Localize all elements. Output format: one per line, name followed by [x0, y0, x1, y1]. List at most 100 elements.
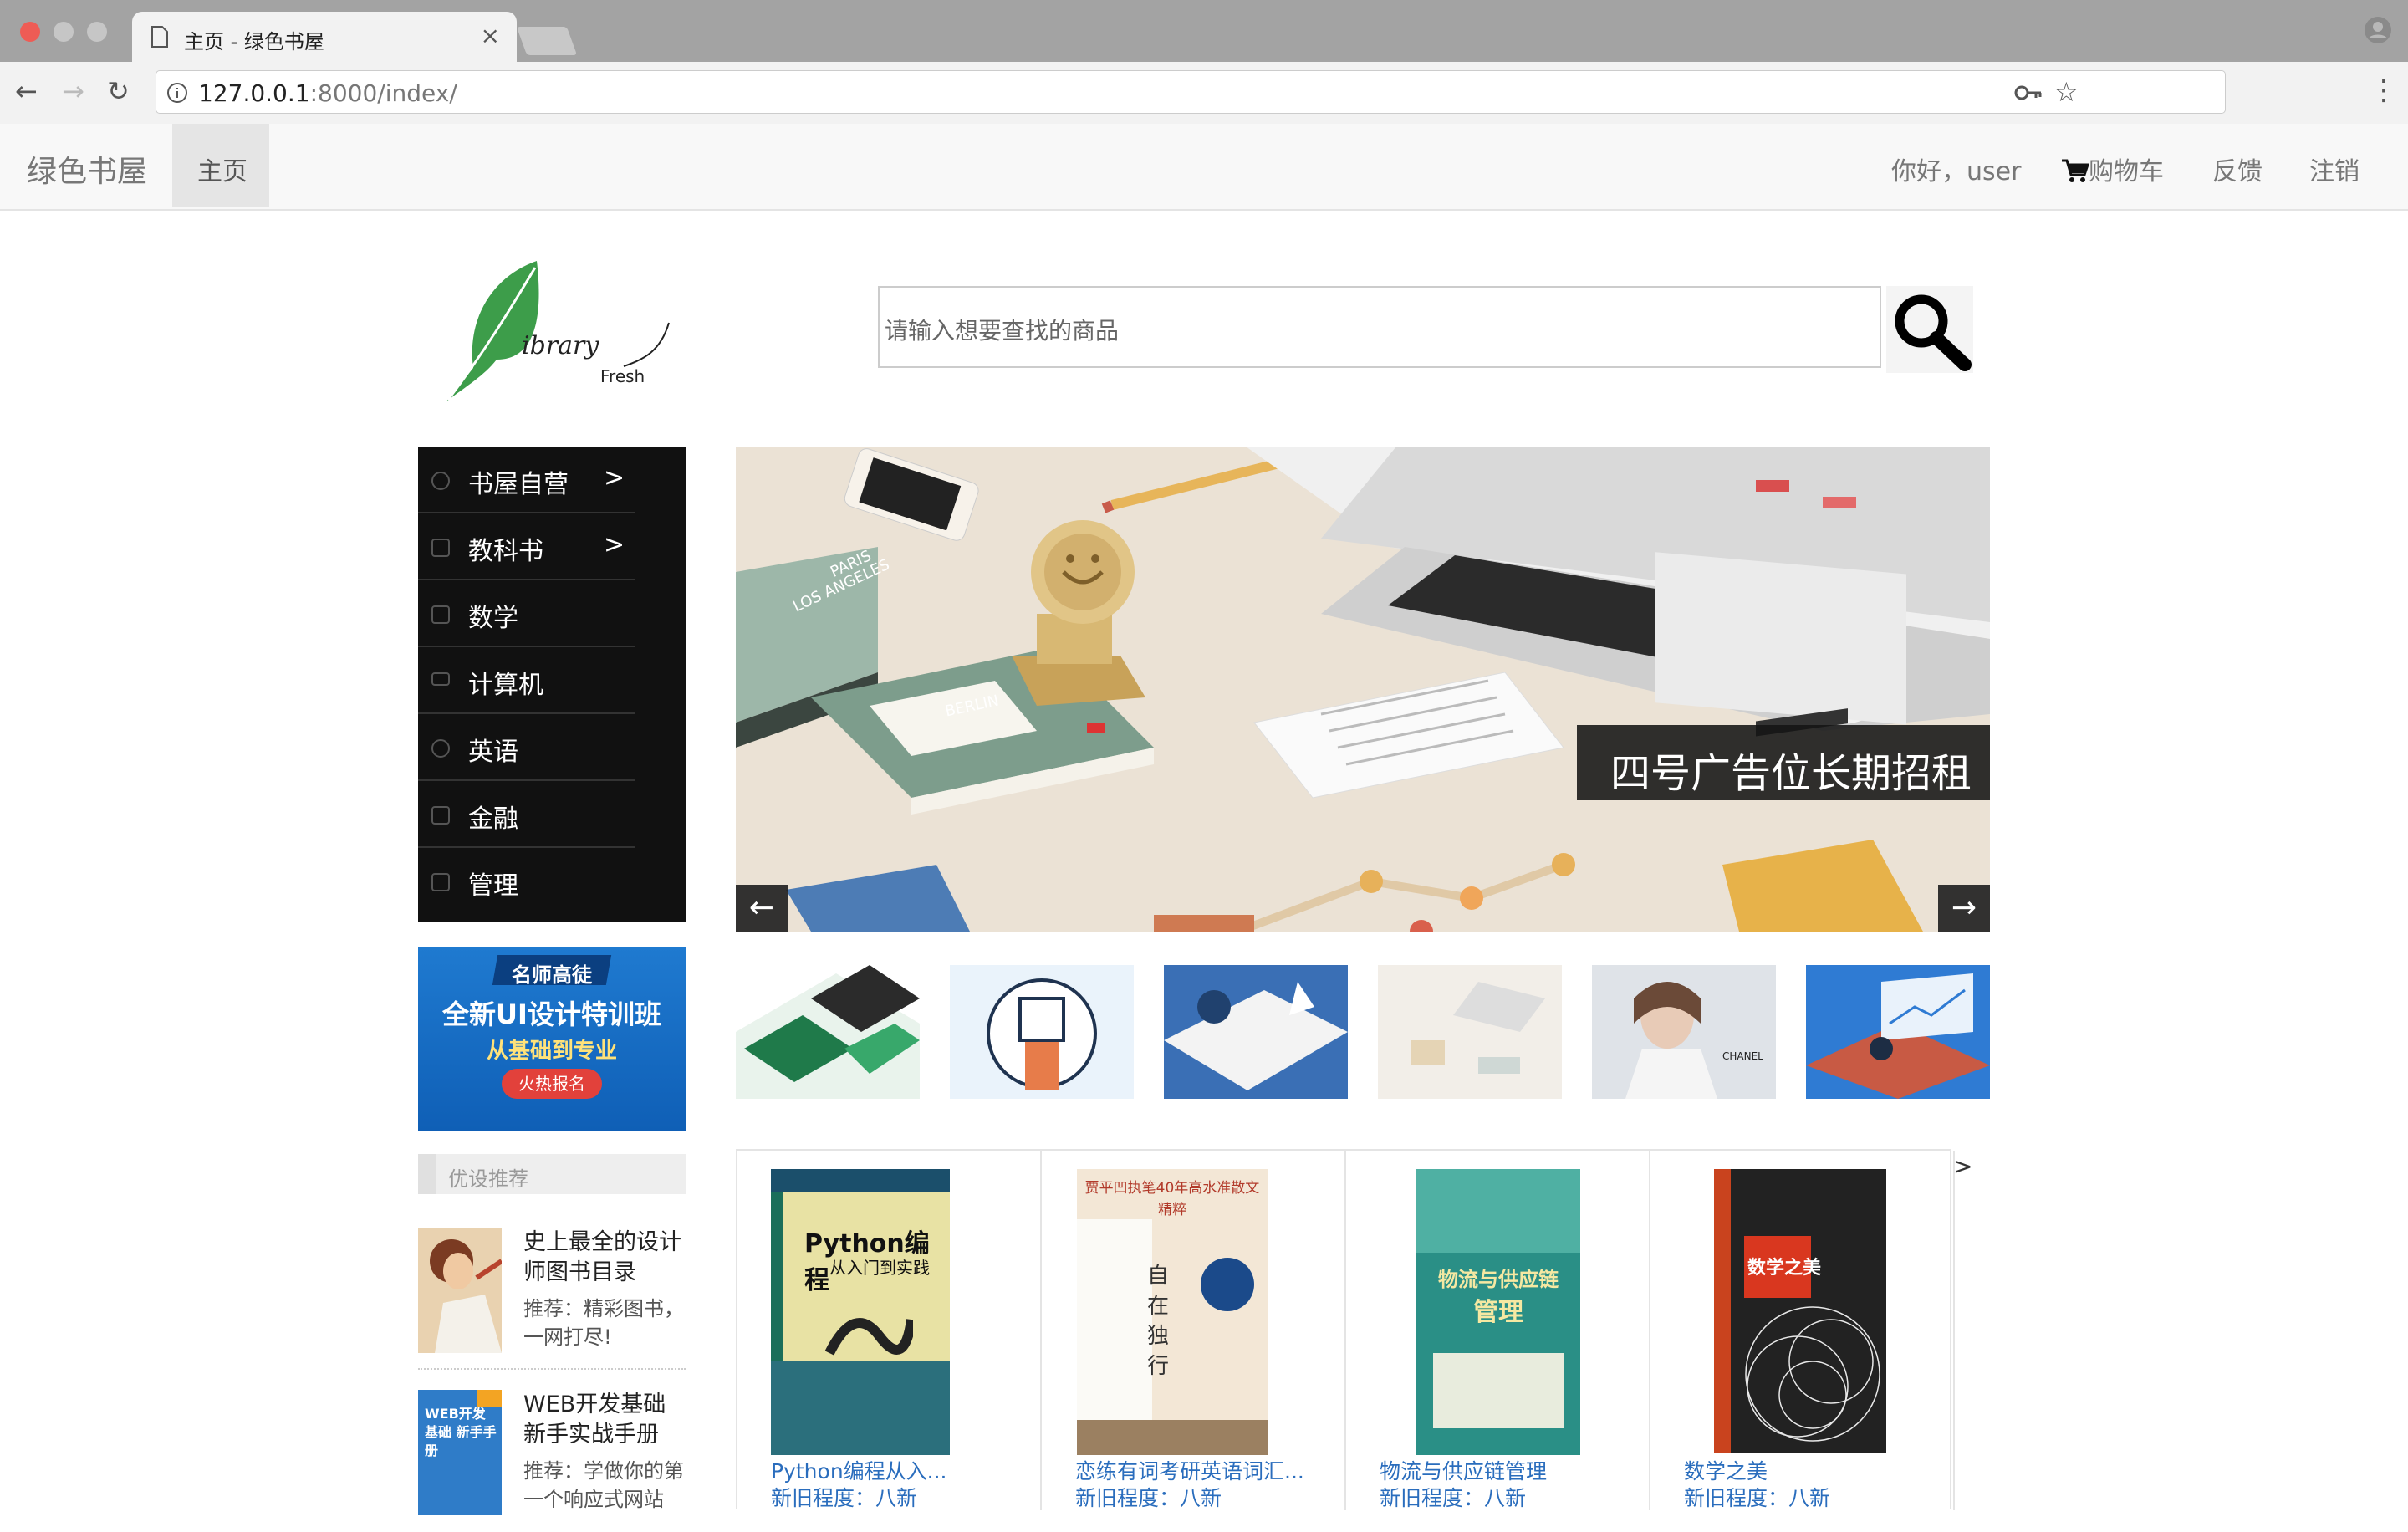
category-item[interactable]: 管理 [418, 848, 686, 915]
new-tab-button[interactable] [516, 27, 578, 55]
thumbnail[interactable]: CHANEL [1592, 965, 1776, 1099]
book-cover: Python编程 从入门到实践 [771, 1169, 950, 1455]
info-icon[interactable] [166, 82, 188, 104]
bookmark-star-icon[interactable]: ☆ [2054, 76, 2079, 108]
book-cover-subtitle: 贾平凹执笔40年高水准散文精粹 [1084, 1180, 1260, 1218]
recommend-item[interactable]: 史上最全的设计师图书目录 推荐：精彩图书，一网打尽! [418, 1228, 686, 1370]
portrait-image [1625, 982, 1717, 1099]
nav-greeting[interactable]: 你好，user [1891, 151, 2021, 187]
book-title[interactable]: 数学之美 [1684, 1455, 1768, 1485]
back-icon[interactable]: ← [15, 75, 38, 107]
thumbnail[interactable] [950, 965, 1134, 1099]
snake-icon [824, 1318, 913, 1356]
category-item[interactable]: 数学 [418, 580, 686, 647]
thumbnail[interactable] [1378, 965, 1562, 1099]
thumbnail-text: CHANEL [1722, 1050, 1763, 1062]
recommend-header-label: 优设推荐 [448, 1167, 528, 1191]
book-card[interactable]: Python编程 从入门到实践 Python编程从入... 新旧程度：八新 [737, 1151, 1042, 1510]
category-item[interactable]: 书屋自营 > [418, 447, 686, 513]
nav-home[interactable]: 主页 [172, 124, 269, 207]
promo-line2: 全新UI设计特训班 [442, 998, 661, 1030]
tab-title: 主页 - 绿色书屋 [184, 30, 324, 54]
profile-icon[interactable] [2363, 15, 2393, 45]
tab-strip: 主页 - 绿色书屋 × [0, 0, 2408, 62]
badge-ribbon [477, 1390, 502, 1407]
thumbnail[interactable] [1806, 965, 1990, 1099]
nav-logout[interactable]: 注销 [2309, 151, 2360, 187]
book-card[interactable]: 贾平凹执笔40年高水准散文精粹 自在独行 恋练有词考研英语词汇... 新旧程度：… [1042, 1151, 1346, 1510]
recommend-header: 优设推荐 [418, 1154, 686, 1194]
thumbnail[interactable] [1164, 965, 1348, 1099]
key-icon[interactable] [2014, 83, 2043, 103]
book-card[interactable]: 数学之美 数学之美 新旧程度：八新 [1650, 1151, 1955, 1510]
submenu-arrow: > [604, 463, 625, 493]
recommend-desc: 推荐：精彩图书，一网打尽! [523, 1297, 684, 1349]
category-label: 书屋自营 [468, 470, 569, 499]
submenu-arrow: > [604, 530, 625, 559]
minimize-window-button[interactable] [54, 22, 74, 42]
ps-icon [431, 605, 450, 624]
logo-word: ibrary [522, 331, 599, 360]
library-logo[interactable]: ibrary Fresh [435, 259, 677, 410]
recommend-item[interactable]: WEB开发基础 新手手册 WEB开发基础新手实战手册 推荐：学做你的第一个响应式… [418, 1390, 686, 1532]
clock-icon [431, 472, 450, 490]
close-window-button[interactable] [20, 22, 40, 42]
logo-sub: Fresh [600, 366, 645, 386]
nav-feedback[interactable]: 反馈 [2212, 151, 2263, 187]
promo-line1: 名师高徒 [512, 963, 592, 987]
book-title[interactable]: 物流与供应链管理 [1380, 1455, 1547, 1485]
category-label: 英语 [468, 738, 518, 767]
maximize-window-button[interactable] [87, 22, 107, 42]
category-label: 数学 [468, 604, 518, 633]
clipboard-icon [431, 873, 450, 891]
category-item[interactable]: 英语 [418, 714, 686, 781]
category-label: 计算机 [468, 671, 543, 700]
category-item[interactable]: 计算机 [418, 647, 686, 714]
recommend-image [418, 1228, 502, 1353]
calculator-icon [431, 806, 450, 825]
search-placeholder: 请输入想要查找的商品 [885, 317, 1120, 345]
url-text: 127.0.0.1:8000/index/ [198, 79, 457, 107]
category-label: 教科书 [468, 537, 543, 566]
browser-tab[interactable]: 主页 - 绿色书屋 × [132, 12, 517, 62]
book-cover-title: 自在独行 [1147, 1264, 1170, 1379]
nav-cart[interactable]: 购物车 [2060, 151, 2164, 187]
book-condition: 新旧程度：八新 [1684, 1486, 1831, 1510]
nav-home-label: 主页 [197, 157, 247, 186]
book-cover-title: 物流与供应链 [1438, 1268, 1559, 1291]
promo-banner[interactable]: 名师高徒 全新UI设计特训班 从基础到专业 火热报名 [418, 947, 686, 1131]
promo-line3: 从基础到专业 [486, 1039, 617, 1064]
cover-pattern [1745, 1306, 1880, 1442]
site-navbar: 绿色书屋 主页 你好，user 购物车 反馈 注销 [0, 124, 2408, 211]
category-item[interactable]: 金融 [418, 781, 686, 848]
menu-icon[interactable]: ⋮ [2370, 74, 2398, 107]
page-icon [151, 26, 168, 48]
site-brand[interactable]: 绿色书屋 [27, 147, 147, 191]
square-icon [431, 539, 450, 557]
search-button[interactable] [1886, 286, 1973, 373]
monitor-icon [431, 672, 450, 686]
category-item[interactable]: 教科书 > [418, 513, 686, 580]
carousel[interactable]: PARIS LOS ANGELES BERLIN 四号广告位长期招租 ← → [736, 447, 1990, 932]
book-title[interactable]: Python编程从入... [771, 1455, 947, 1485]
book-title[interactable]: 恋练有词考研英语词汇... [1075, 1455, 1304, 1485]
book-condition: 新旧程度：八新 [771, 1486, 918, 1510]
book-list: Python编程 从入门到实践 Python编程从入... 新旧程度：八新 贾平… [736, 1149, 1955, 1510]
search-input[interactable]: 请输入想要查找的商品 [878, 286, 1881, 368]
reload-icon[interactable]: ↻ [107, 75, 130, 107]
books-more-arrow[interactable]: > [1953, 1152, 1972, 1180]
carousel-caption-text: 四号广告位长期招租 [1610, 750, 1972, 797]
book-cover-subtitle: 管理 [1473, 1298, 1523, 1327]
address-bar[interactable]: 127.0.0.1:8000/index/ ☆ [156, 70, 2226, 114]
close-tab-icon[interactable]: × [481, 22, 500, 49]
book-card[interactable]: 物流与供应链 管理 物流与供应链管理 新旧程度：八新 [1346, 1151, 1650, 1510]
promo-signup-button[interactable]: 火热报名 [502, 1069, 602, 1099]
cart-icon [2062, 159, 2090, 182]
recommend-image-text: WEB开发基础 新手手册 [425, 1406, 497, 1458]
carousel-prev-button[interactable]: ← [736, 885, 788, 932]
book-condition: 新旧程度：八新 [1075, 1486, 1222, 1510]
book-cover: 贾平凹执笔40年高水准散文精粹 自在独行 [1077, 1169, 1268, 1455]
thumbnail[interactable] [736, 965, 920, 1099]
carousel-next-button[interactable]: → [1938, 885, 1990, 932]
forward-icon[interactable]: → [62, 75, 84, 107]
